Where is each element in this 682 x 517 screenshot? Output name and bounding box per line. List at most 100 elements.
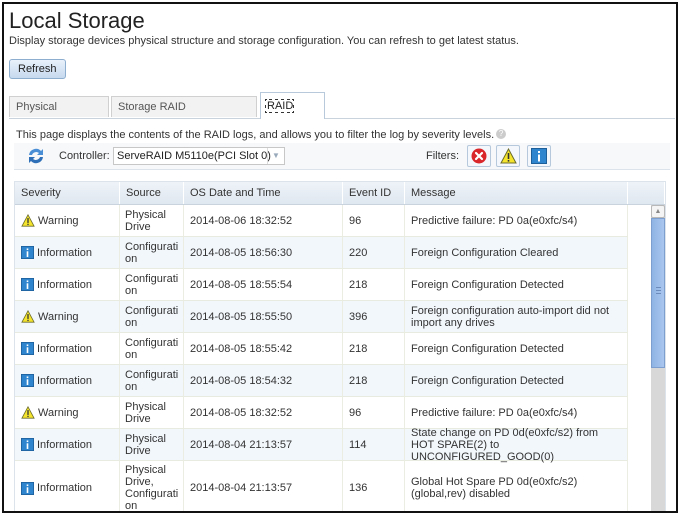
datetime-cell: 2014-08-05 18:55:50 — [184, 301, 343, 332]
column-header-severity[interactable]: Severity — [15, 182, 120, 204]
severity-text: Information — [37, 482, 93, 494]
filter-error-button[interactable] — [467, 145, 491, 167]
source-cell: Configurati on — [120, 301, 184, 332]
tab-storage-raid-configuration[interactable]: Storage RAID Configuration — [111, 96, 257, 134]
refresh-button[interactable]: Refresh — [9, 59, 66, 79]
event-id-cell: 218 — [343, 269, 405, 300]
severity-cell: Warning — [15, 397, 120, 428]
event-id-cell: 136 — [343, 461, 405, 511]
datetime-cell: 2014-08-05 18:55:42 — [184, 333, 343, 364]
controller-select[interactable]: ServeRAID M5110e(PCI Slot 0) ▼ — [113, 147, 285, 165]
info-icon — [21, 342, 34, 355]
intro-text-label: This page displays the contents of the R… — [16, 129, 495, 141]
severity-text: Information — [37, 438, 93, 451]
raid-log-table: Severity Source OS Date and Time Event I… — [14, 181, 666, 511]
column-header-source[interactable]: Source — [120, 182, 184, 204]
message-cell: State change on PD 0d(e0xfc/s2) from HOT… — [405, 427, 628, 463]
table-row[interactable]: Information Configurati on 2014-08-05 18:5… — [15, 365, 628, 397]
info-icon — [21, 438, 34, 451]
source-cell: Physical Drive, Configurati on — [120, 461, 184, 511]
severity-text: Information — [37, 374, 93, 387]
table-row[interactable]: Warning Physical Drive 2014-08-06 18:32:52… — [15, 205, 628, 237]
warning-icon — [21, 214, 35, 227]
datetime-cell: 2014-08-05 18:32:52 — [184, 397, 343, 428]
severity-cell: Warning — [15, 205, 120, 236]
table-row[interactable]: Warning Physical Drive 2014-08-05 18:32:52… — [15, 397, 628, 429]
column-header-event-id[interactable]: Event ID — [343, 182, 405, 204]
table-row[interactable]: Warning Configurati on 2014-08-05 18:55:50… — [15, 301, 628, 333]
vertical-scrollbar[interactable]: ▲ — [651, 205, 665, 511]
message-cell: Foreign configuration auto-import did no… — [405, 301, 628, 332]
table-row[interactable]: Information Physical Drive 2014-08-04 21:1… — [15, 427, 628, 463]
source-cell: Physical Drive — [120, 205, 184, 236]
filter-information-button[interactable] — [527, 145, 551, 167]
severity-cell: Information — [15, 429, 120, 460]
severity-cell: Warning — [15, 301, 120, 332]
local-storage-window: Local Storage Display storage devices ph… — [2, 2, 678, 513]
controller-label: Controller: — [59, 150, 110, 162]
controller-value: ServeRAID M5110e(PCI Slot 0) — [117, 150, 271, 162]
severity-text: Warning — [38, 406, 79, 419]
log-toolbar: Controller: ServeRAID M5110e(PCI Slot 0)… — [14, 143, 670, 170]
info-icon — [21, 481, 34, 495]
info-icon — [21, 246, 34, 259]
error-icon — [471, 148, 487, 164]
page-description: Display storage devices physical structu… — [9, 35, 519, 47]
warning-icon — [21, 406, 35, 419]
event-id-cell: 218 — [343, 365, 405, 396]
warning-icon — [500, 148, 517, 164]
scroll-up-icon[interactable]: ▲ — [651, 205, 665, 218]
severity-text: Warning — [38, 310, 79, 323]
event-id-cell: 218 — [343, 333, 405, 364]
source-cell: Configurati on — [120, 333, 184, 364]
column-header-datetime[interactable]: OS Date and Time — [184, 182, 343, 204]
scrollbar-thumb[interactable] — [651, 218, 665, 368]
severity-cell: Information — [15, 333, 120, 364]
tab-physical-resource[interactable]: Physical Resource — [9, 96, 109, 134]
help-icon[interactable]: ? — [496, 129, 507, 139]
severity-cell: Information — [15, 269, 120, 300]
intro-text: This page displays the contents of the R… — [16, 129, 507, 141]
info-icon — [531, 148, 547, 164]
table-header: Severity Source OS Date and Time Event I… — [15, 182, 665, 205]
datetime-cell: 2014-08-05 18:54:32 — [184, 365, 343, 396]
message-cell: Predictive failure: PD 0a(e0xfc/s4) — [405, 205, 628, 236]
tab-raid-logs[interactable]: RAID Logs — [260, 92, 325, 140]
table-body: Warning Physical Drive 2014-08-06 18:32:52… — [15, 205, 628, 511]
datetime-cell: 2014-08-05 18:55:54 — [184, 269, 343, 300]
refresh-icon[interactable] — [26, 146, 46, 166]
page-title: Local Storage — [9, 8, 145, 33]
message-cell: Predictive failure: PD 0a(e0xfc/s4) — [405, 397, 628, 428]
message-cell: Global Hot Spare PD 0d(e0xfc/s2) (global… — [405, 461, 628, 511]
message-cell: Foreign Configuration Detected — [405, 269, 628, 300]
message-cell: Foreign Configuration Cleared — [405, 237, 628, 268]
table-row[interactable]: Information Configurati on 2014-08-05 18:5… — [15, 333, 628, 365]
table-row[interactable]: Information Physical Drive, Configurati o… — [15, 461, 628, 511]
severity-cell: Information — [15, 237, 120, 268]
filters-label: Filters: — [426, 150, 459, 162]
event-id-cell: 96 — [343, 397, 405, 428]
datetime-cell: 2014-08-04 21:13:57 — [184, 429, 343, 460]
column-header-message[interactable]: Message — [405, 182, 628, 204]
severity-cell: Information — [15, 365, 120, 396]
source-cell: Physical Drive — [120, 397, 184, 428]
datetime-cell: 2014-08-05 18:56:30 — [184, 237, 343, 268]
chevron-down-icon[interactable]: ▼ — [267, 148, 284, 164]
event-id-cell: 96 — [343, 205, 405, 236]
event-id-cell: 220 — [343, 237, 405, 268]
tab-bar: Physical Resource Storage RAID Configura… — [9, 92, 675, 140]
severity-text: Information — [37, 246, 93, 259]
source-cell: Configurati on — [120, 365, 184, 396]
table-row[interactable]: Information Configurati on 2014-08-05 18:5… — [15, 269, 628, 301]
info-icon — [21, 278, 34, 291]
event-id-cell: 396 — [343, 301, 405, 332]
info-icon — [21, 374, 34, 387]
source-cell: Physical Drive — [120, 429, 184, 460]
source-cell: Configurati on — [120, 269, 184, 300]
message-cell: Foreign Configuration Detected — [405, 333, 628, 364]
column-header-spacer — [628, 182, 665, 204]
message-cell: Foreign Configuration Detected — [405, 365, 628, 396]
severity-text: Information — [37, 342, 93, 355]
table-row[interactable]: Information Configurati on 2014-08-05 18:5… — [15, 237, 628, 269]
filter-warning-button[interactable] — [496, 145, 520, 167]
